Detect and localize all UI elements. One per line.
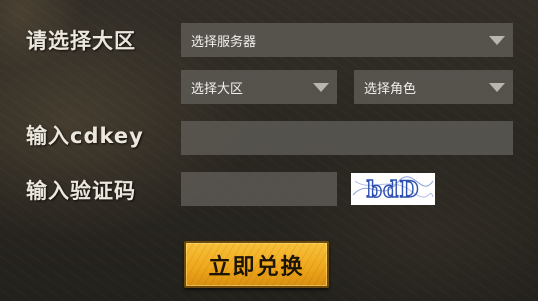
region-select-value: 选择大区: [191, 81, 244, 97]
chevron-down-icon: [489, 83, 505, 92]
captcha-graphic: bdD: [351, 173, 435, 205]
role-select-value: 选择角色: [364, 81, 417, 97]
cdkey-input[interactable]: [181, 121, 513, 155]
redeem-button-label: 立即兑换: [208, 254, 305, 280]
server-select[interactable]: 选择服务器: [181, 23, 513, 57]
role-select[interactable]: 选择角色: [354, 70, 513, 104]
region-select[interactable]: 选择大区: [181, 70, 337, 104]
captcha-label: 输入验证码: [26, 179, 136, 203]
captcha-text: bdD: [367, 177, 420, 203]
redeem-button[interactable]: 立即兑换: [184, 241, 329, 288]
captcha-input[interactable]: [181, 172, 337, 206]
cdkey-label: 输入cdkey: [26, 124, 144, 148]
chevron-down-icon: [489, 36, 505, 45]
server-select-value: 选择服务器: [191, 34, 257, 50]
chevron-down-icon: [313, 83, 329, 92]
captcha-image[interactable]: bdD: [351, 173, 435, 205]
region-label: 请选择大区: [26, 29, 136, 53]
